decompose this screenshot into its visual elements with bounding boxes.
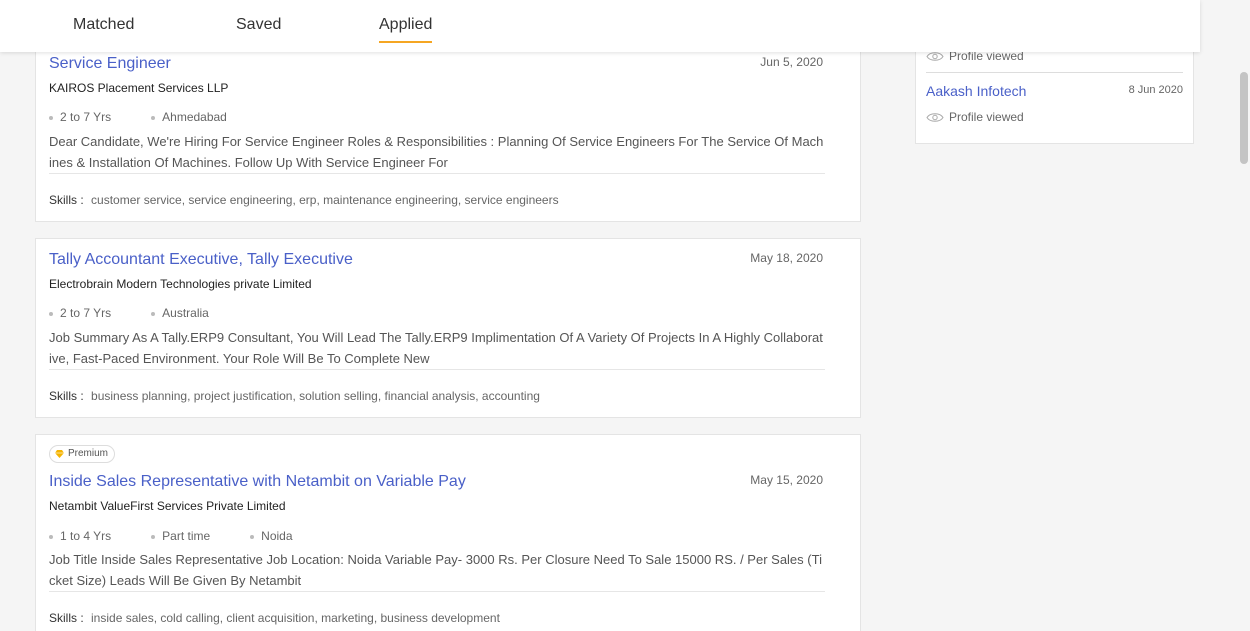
location: Noida [250, 529, 293, 543]
company-name: Netambit ValueFirst Services Private Lim… [49, 499, 286, 513]
job-description: Job Title Inside Sales Representative Jo… [49, 552, 822, 588]
tab-matched[interactable]: Matched [73, 16, 134, 34]
premium-badge: Premium [49, 445, 116, 463]
tab-saved[interactable]: Saved [236, 16, 281, 34]
skills-label: Skills : [49, 611, 84, 625]
job-title-link[interactable]: Tally Accountant Executive, Tally Execut… [49, 251, 353, 269]
company-name: Electrobrain Modern Technologies private… [49, 277, 312, 291]
experience: 2 to 7 Yrs [49, 110, 111, 124]
job-meta: 2 to 7 Yrs Ahmedabad [49, 110, 227, 124]
tab-applied[interactable]: Applied [379, 16, 433, 43]
job-title-link[interactable]: Inside Sales Representative with Netambi… [49, 473, 466, 491]
skills-row: Skills : customer service, service engin… [49, 193, 559, 207]
job-description: Dear Candidate, We're Hiring For Service… [49, 134, 824, 170]
location: Australia [151, 306, 209, 320]
divider [49, 173, 825, 174]
profile-viewed-label: Profile viewed [949, 110, 1024, 124]
scrollbar-thumb[interactable] [1240, 72, 1248, 164]
job-description: Job Summary As A Tally.ERP9 Consultant, … [49, 330, 823, 366]
experience: 1 to 4 Yrs [49, 529, 111, 543]
skills-row: Skills : inside sales, cold calling, cli… [49, 611, 500, 625]
eye-icon [926, 51, 944, 61]
tabs-header: Matched Saved Applied [0, 0, 1200, 52]
job-card[interactable]: Tally Accountant Executive, Tally Execut… [35, 238, 861, 418]
skills-row: Skills : business planning, project just… [49, 389, 540, 403]
divider [926, 72, 1183, 73]
job-type: Part time [151, 529, 210, 543]
divider [49, 369, 825, 370]
posted-date: May 15, 2020 [750, 473, 823, 487]
posted-date: May 18, 2020 [750, 251, 823, 265]
skills-label: Skills : [49, 389, 84, 403]
job-card[interactable]: Premium Inside Sales Representative with… [35, 434, 861, 631]
posted-date: Jun 5, 2020 [760, 55, 823, 69]
job-meta: 2 to 7 Yrs Australia [49, 306, 209, 320]
job-title-link[interactable]: Service Engineer [49, 55, 171, 73]
profile-viewed-row: Profile viewed [926, 110, 1024, 124]
location: Ahmedabad [151, 110, 227, 124]
skills-label: Skills : [49, 193, 84, 207]
skills-list: inside sales, cold calling, client acqui… [91, 611, 500, 625]
viewer-company-link[interactable]: Aakash Infotech [926, 83, 1026, 99]
skills-list: customer service, service engineering, e… [91, 193, 559, 207]
eye-icon [926, 112, 944, 122]
experience: 2 to 7 Yrs [49, 306, 111, 320]
gem-icon [55, 450, 64, 458]
job-meta: 1 to 4 Yrs Part time Noida [49, 529, 293, 543]
viewer-date: 8 Jun 2020 [1128, 84, 1183, 96]
company-name: KAIROS Placement Services LLP [49, 81, 229, 95]
divider [49, 591, 825, 592]
premium-label: Premium [68, 448, 109, 459]
skills-list: business planning, project justification… [91, 389, 540, 403]
